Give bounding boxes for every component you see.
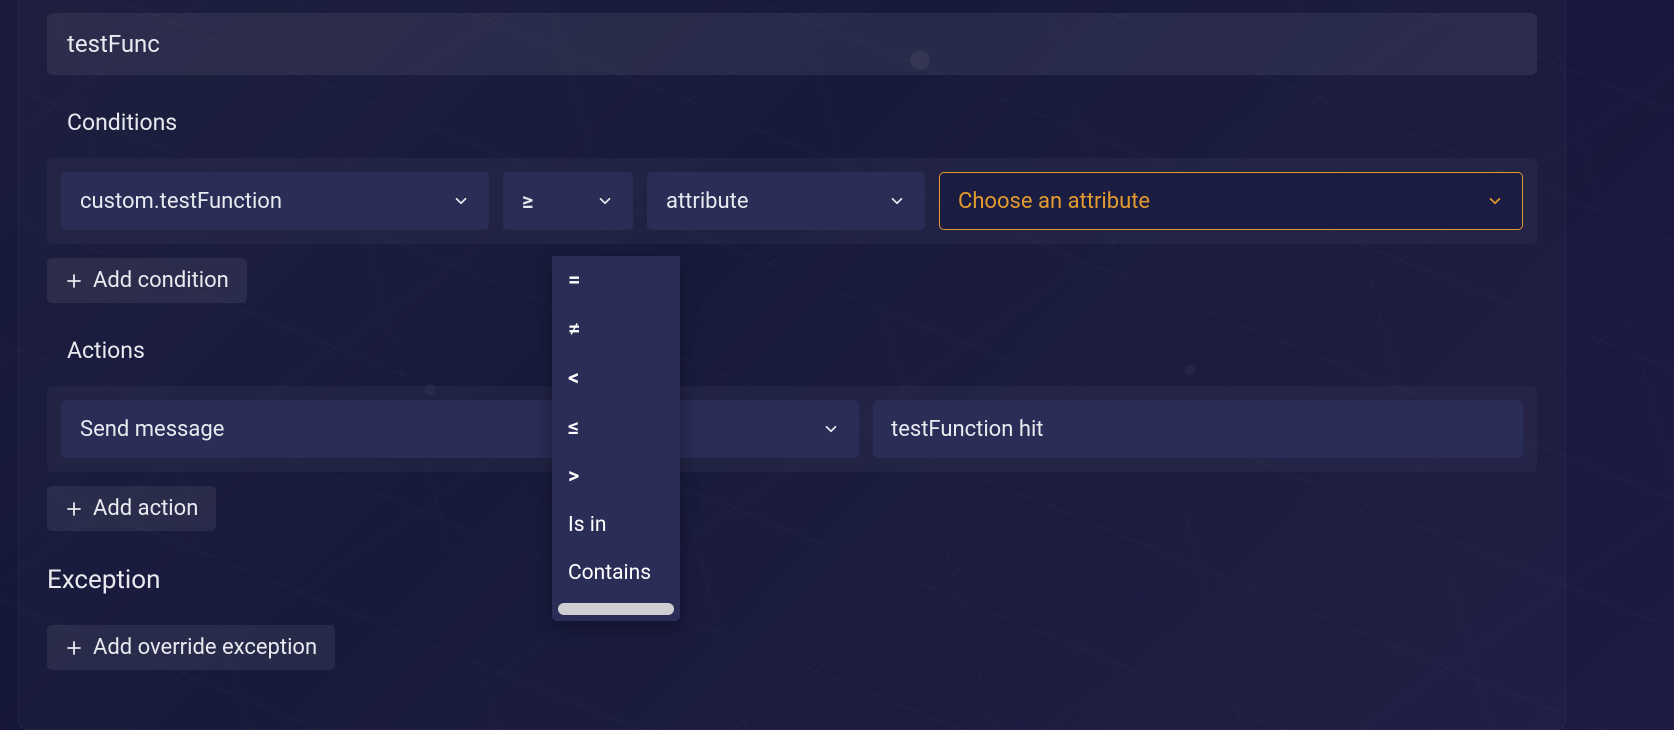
condition-function-value: custom.testFunction xyxy=(80,189,282,214)
chevron-down-icon xyxy=(596,192,614,210)
operator-option[interactable]: = xyxy=(552,256,680,305)
plus-icon xyxy=(65,272,83,290)
operator-option[interactable]: Is in xyxy=(552,501,680,549)
rule-name-input[interactable] xyxy=(47,13,1537,75)
actions-title: Actions xyxy=(67,337,1537,364)
add-override-exception-label: Add override exception xyxy=(93,635,317,660)
rule-card: Conditions custom.testFunction ≥ attribu… xyxy=(18,0,1566,730)
operator-option[interactable]: Contains xyxy=(552,549,680,597)
condition-operator-value: ≥ xyxy=(522,189,533,214)
plus-icon xyxy=(65,500,83,518)
action-type-select[interactable]: Send message xyxy=(61,400,859,458)
condition-attribute-placeholder: Choose an attribute xyxy=(958,189,1150,214)
action-value-input[interactable] xyxy=(873,400,1523,458)
action-row: Send message xyxy=(47,386,1537,472)
operator-option[interactable]: ≠ xyxy=(552,305,680,354)
chevron-down-icon xyxy=(888,192,906,210)
plus-icon xyxy=(65,639,83,657)
chevron-down-icon xyxy=(822,420,840,438)
add-action-label: Add action xyxy=(93,496,198,521)
condition-attribute-kind-select[interactable]: attribute xyxy=(647,172,925,230)
operator-option[interactable]: ≤ xyxy=(552,403,680,452)
conditions-title: Conditions xyxy=(67,109,1537,136)
condition-operator-select[interactable]: ≥ xyxy=(503,172,633,230)
condition-attribute-select[interactable]: Choose an attribute xyxy=(939,172,1523,230)
condition-function-select[interactable]: custom.testFunction xyxy=(61,172,489,230)
operator-dropdown[interactable]: =≠<≤>Is inContains xyxy=(552,256,680,621)
condition-row: custom.testFunction ≥ attribute Choose a… xyxy=(47,158,1537,244)
exception-title: Exception xyxy=(47,565,1537,595)
add-override-exception-button[interactable]: Add override exception xyxy=(47,625,335,670)
add-action-button[interactable]: Add action xyxy=(47,486,216,531)
operator-option[interactable]: < xyxy=(552,354,680,403)
operator-option[interactable]: > xyxy=(552,452,680,501)
dropdown-scrollbar[interactable] xyxy=(558,603,674,615)
action-type-value: Send message xyxy=(80,417,224,442)
add-condition-label: Add condition xyxy=(93,268,229,293)
add-condition-button[interactable]: Add condition xyxy=(47,258,247,303)
chevron-down-icon xyxy=(1486,192,1504,210)
chevron-down-icon xyxy=(452,192,470,210)
condition-attribute-kind-value: attribute xyxy=(666,189,749,214)
